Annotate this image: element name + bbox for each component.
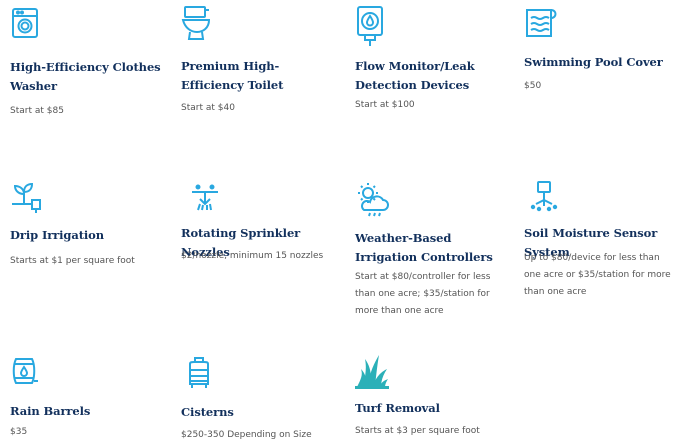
rebate-price: Start at $40: [181, 103, 235, 113]
rebate-title: Flow Monitor/Leak Detection Devices: [355, 59, 475, 92]
weather-cloud-icon: [355, 180, 391, 218]
rebate-price: Starts at $1 per square foot: [10, 256, 135, 266]
rebate-price: $35: [10, 427, 28, 437]
rebate-price: $2/nozzle, minimum 15 nozzles: [181, 251, 324, 261]
pool-cover-icon: [524, 6, 560, 40]
rebate-price: Up to $80/device for less than one acre …: [524, 253, 671, 297]
rebate-title: Turf Removal: [355, 401, 440, 415]
rebate-price: Start at $80/controller for less than on…: [355, 272, 491, 316]
rebate-price: $250-350 Depending on Size: [181, 430, 312, 440]
rebate-price: Start at $100: [355, 100, 415, 110]
rebate-title: Drip Irrigation: [10, 228, 105, 242]
washing-machine-icon: [10, 6, 40, 40]
leak-detector-icon: [355, 4, 385, 48]
rebate-price: Start at $85: [10, 106, 64, 116]
rebate-title: High-Efficiency Clothes Washer: [10, 60, 161, 93]
rebate-title: Premium High-Efficiency Toilet: [181, 59, 284, 92]
soil-sensor-icon: [528, 180, 560, 214]
toilet-icon: [181, 4, 213, 42]
rebate-title: Cisterns: [181, 405, 234, 419]
turf-grass-icon: [355, 351, 389, 389]
drip-irrigation-icon: [10, 180, 46, 214]
rebate-title: Weather-Based Irrigation Controllers: [355, 231, 493, 264]
rebate-price: Starts at $3 per square foot: [355, 426, 480, 436]
rebate-price: $50: [524, 81, 542, 91]
rebate-title: Swimming Pool Cover: [524, 55, 663, 69]
cistern-icon: [186, 356, 214, 390]
rebate-rain-barrel-icon: [10, 355, 42, 387]
rebate-title: Rain Barrels: [10, 404, 91, 418]
sprinkler-icon: [188, 182, 222, 214]
